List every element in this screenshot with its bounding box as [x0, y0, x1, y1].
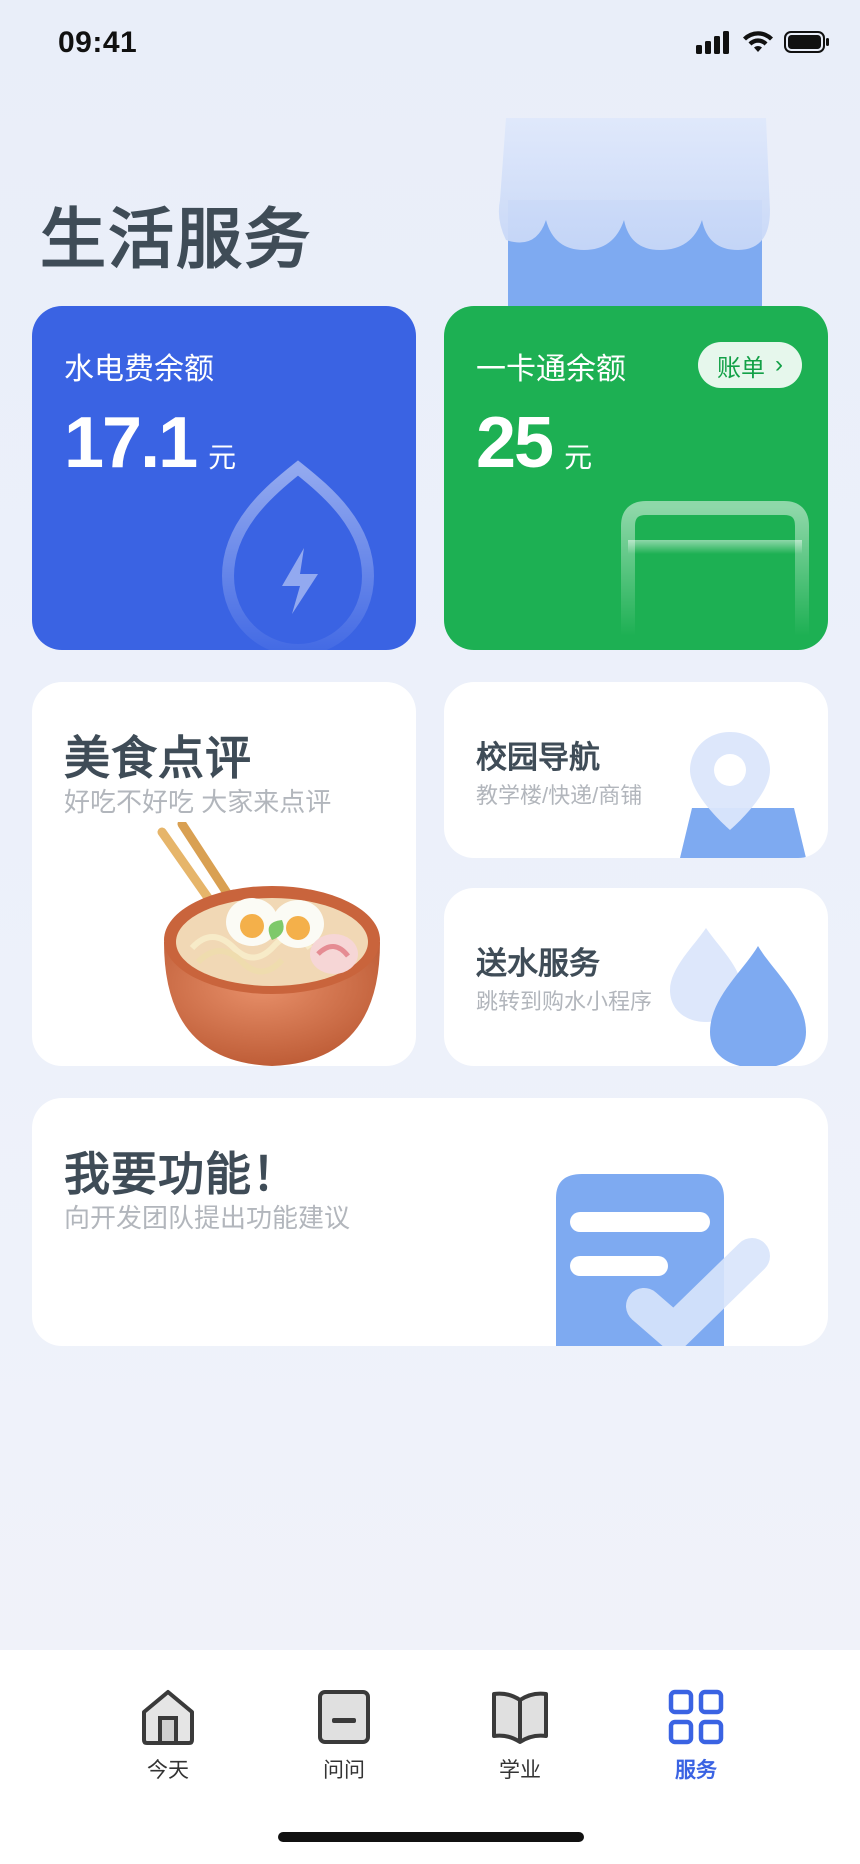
grid-icon [668, 1689, 724, 1745]
chevron-right-icon: › [775, 351, 783, 378]
water-electricity-icon [221, 460, 375, 650]
water-delivery-title: 送水服务 [476, 946, 600, 981]
page-title: 生活服务 [40, 202, 312, 276]
document-check-icon [556, 1174, 770, 1346]
status-time: 09:41 [58, 26, 138, 59]
tab-study[interactable]: 学业 [465, 1688, 575, 1784]
campus-card-balance-card[interactable]: 一卡通余额 账单 › 25 元 [444, 306, 828, 650]
message-icon [318, 1690, 370, 1744]
map-pin-icon [680, 732, 806, 858]
noodle-bowl-icon [157, 822, 380, 1066]
book-icon [492, 1691, 548, 1744]
campus-navigation-card[interactable]: 校园导航 教学楼/快递/商铺 [444, 682, 828, 858]
campus-gate-icon [621, 501, 809, 636]
campus-amount-unit: 元 [564, 442, 593, 473]
status-icons [696, 30, 830, 54]
bill-button-label: 账单 [717, 354, 765, 382]
water-delivery-subtitle: 跳转到购水小程序 [476, 989, 653, 1014]
battery-icon [784, 31, 829, 53]
tab-services[interactable]: 服务 [641, 1688, 751, 1784]
food-review-title: 美食点评 [64, 732, 252, 784]
bill-button[interactable]: 账单 › [698, 342, 802, 388]
store-icon [498, 118, 770, 310]
signal-icon [696, 31, 729, 54]
home-icon [142, 1690, 194, 1745]
water-delivery-card[interactable]: 送水服务 跳转到购水小程序 [444, 888, 828, 1066]
food-review-card[interactable]: 美食点评 好吃不好吃 大家来点评 [32, 682, 416, 1066]
feature-request-subtitle: 向开发团队提出功能建议 [64, 1203, 351, 1233]
utilities-balance-card[interactable]: 水电费余额 17.1 元 [32, 306, 416, 650]
campus-amount-value: 25 [476, 403, 554, 483]
campus-card-balance-label: 一卡通余额 [476, 353, 626, 386]
utilities-balance-label: 水电费余额 [64, 353, 214, 386]
campus-card-balance-amount: 25 元 [476, 402, 592, 484]
campus-navigation-subtitle: 教学楼/快递/商铺 [476, 783, 643, 808]
tab-services-label: 服务 [675, 1759, 717, 1782]
feature-request-title: 我要功能！ [64, 1148, 299, 1200]
tab-today-label: 今天 [147, 1759, 189, 1782]
utilities-amount-value: 17.1 [64, 403, 198, 483]
tab-ask[interactable]: 问问 [289, 1688, 399, 1784]
campus-navigation-title: 校园导航 [476, 740, 600, 775]
food-review-subtitle: 好吃不好吃 大家来点评 [64, 787, 332, 817]
water-drop-icon [670, 928, 806, 1066]
tab-study-label: 学业 [499, 1759, 541, 1782]
tab-ask-label: 问问 [323, 1759, 365, 1782]
feature-request-card[interactable]: 我要功能！ 向开发团队提出功能建议 [32, 1098, 828, 1346]
wifi-icon [743, 31, 773, 52]
home-indicator[interactable] [278, 1832, 584, 1842]
bottom-tab-bar: 今天 问问 学业 服务 [0, 1650, 860, 1864]
tab-today[interactable]: 今天 [113, 1688, 223, 1784]
